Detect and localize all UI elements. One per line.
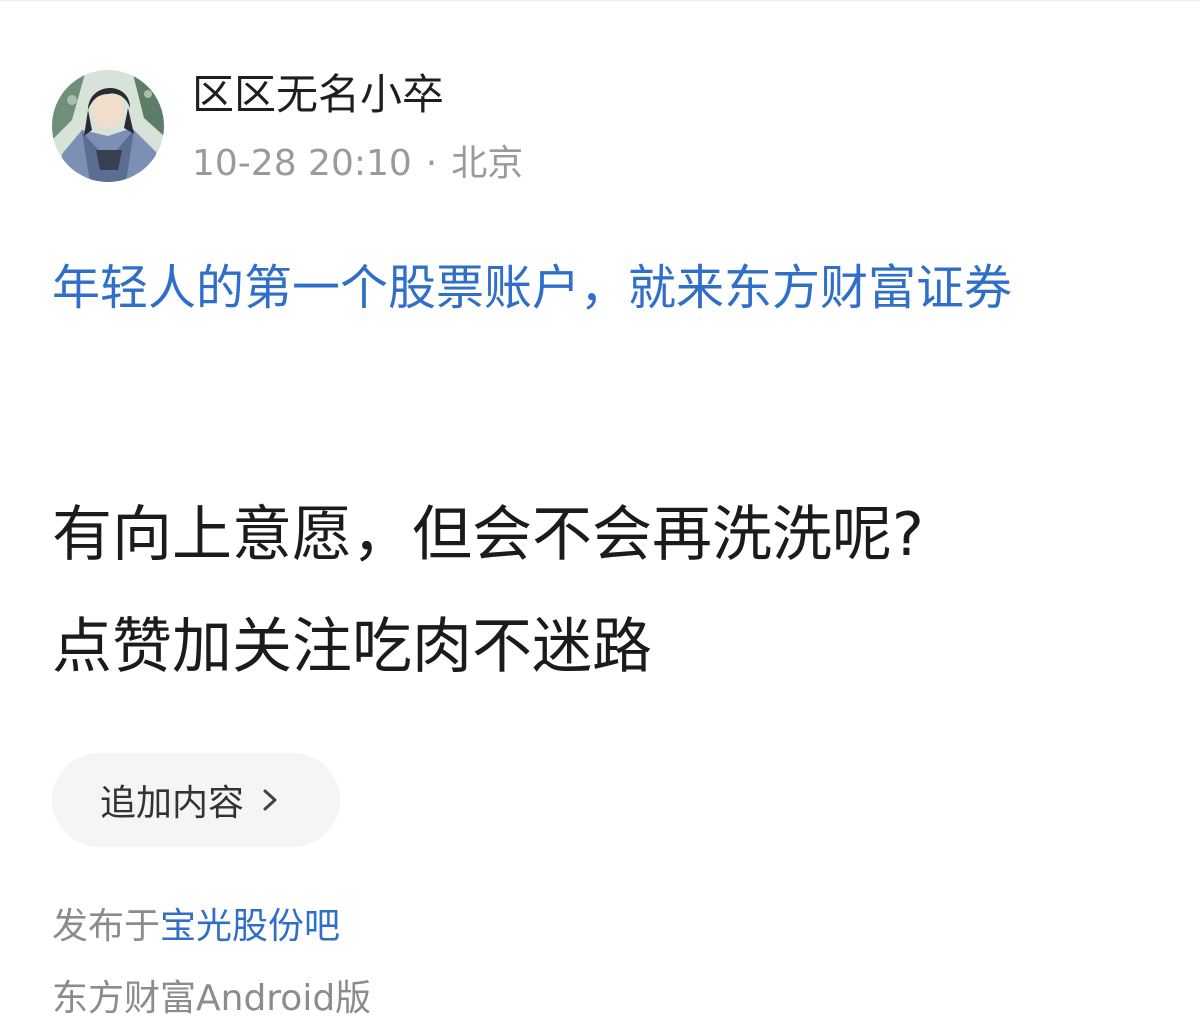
author-name[interactable]: 区区无名小卒 xyxy=(192,67,444,123)
post-line: 点赞加关注吃肉不迷路 xyxy=(52,612,652,682)
post-location: 北京 xyxy=(451,143,524,184)
forum-link[interactable]: 宝光股份吧 xyxy=(160,906,340,947)
post-time: 10-28 20:10 xyxy=(192,143,412,184)
append-content-label: 追加内容 xyxy=(100,783,245,824)
avatar-illustration-icon xyxy=(52,70,164,182)
post-detail-page: 区区无名小卒 10-28 20:10 · 北京 年轻人的第一个股票账户，就来东方财富… xyxy=(0,0,1200,1030)
promo-link[interactable]: 年轻人的第一个股票账户，就来东方财富证券 xyxy=(52,245,1152,331)
posted-in-prefix: 发布于 xyxy=(52,906,161,947)
post-line: 有向上意愿，但会不会再洗洗呢? xyxy=(52,500,924,570)
post-body: 有向上意愿，但会不会再洗洗呢? 点赞加关注吃肉不迷路 xyxy=(52,479,1162,703)
chevron-right-icon xyxy=(260,785,282,815)
append-content-button[interactable]: 追加内容 xyxy=(52,753,340,847)
meta-separator: · xyxy=(425,143,438,184)
author-avatar[interactable] xyxy=(52,70,164,182)
post-meta: 10-28 20:10 · 北京 xyxy=(192,139,523,189)
posted-in: 发布于宝光股份吧 xyxy=(52,901,340,953)
client-source: 东方财富Android版 xyxy=(52,978,372,1019)
